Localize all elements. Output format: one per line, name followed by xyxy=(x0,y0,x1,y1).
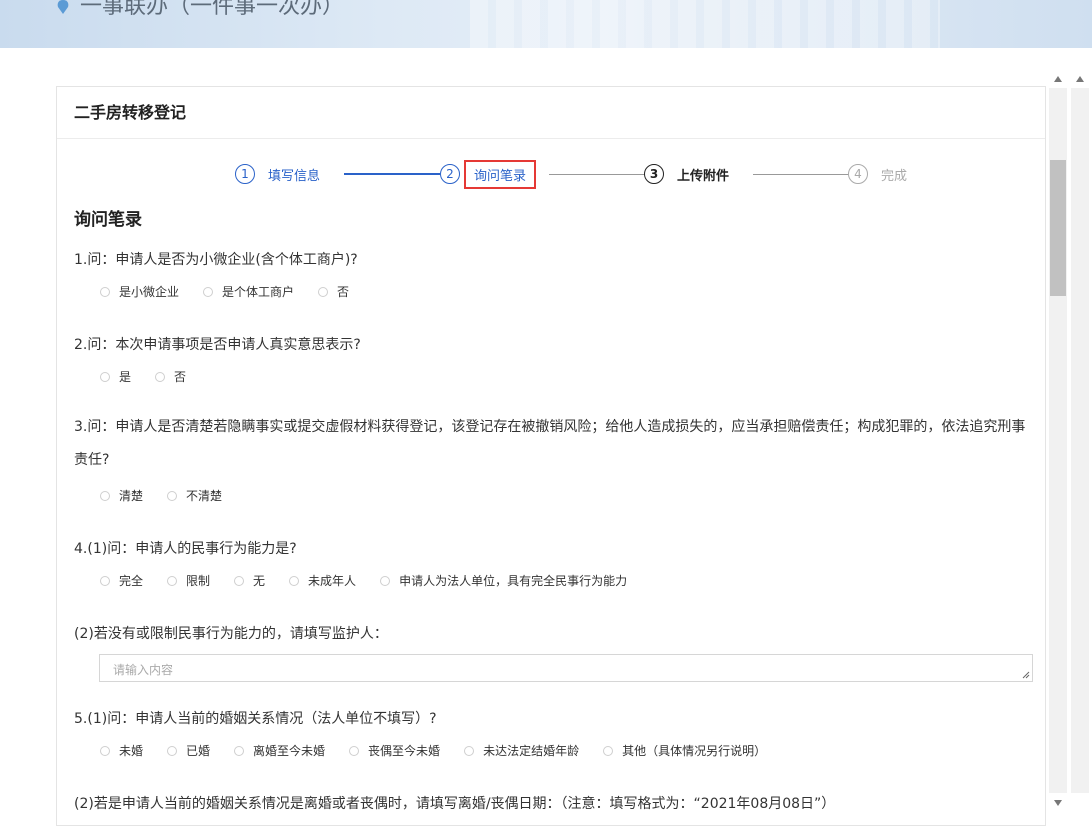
step-label: 填写信息 xyxy=(268,168,321,184)
radio-button[interactable] xyxy=(603,745,614,756)
option-label: 已婚 xyxy=(186,744,211,758)
radio-button[interactable] xyxy=(234,745,245,756)
outer-scrollbar-track[interactable] xyxy=(1071,88,1089,793)
radio-button[interactable] xyxy=(100,490,110,501)
radio-option[interactable]: 完全 xyxy=(100,572,143,589)
step-label: 上传附件 xyxy=(677,168,730,184)
radio-option[interactable]: 丧偶至今未婚 xyxy=(349,742,440,759)
option-label: 否 xyxy=(174,370,187,384)
radio-button[interactable] xyxy=(380,575,391,586)
radio-option[interactable]: 限制 xyxy=(167,572,210,589)
resize-handle-icon[interactable] xyxy=(1022,671,1030,679)
question-1: 1.问：申请人是否为小微企业(含个体工商户)? xyxy=(74,252,358,268)
radio-option[interactable]: 否 xyxy=(318,283,349,300)
question-5-options: 未婚 已婚 离婚至今未婚 丧偶至今未婚 未达法定结婚年龄 其他（具体情况另行说明… xyxy=(100,742,790,759)
top-banner: 一事联办（一件事一次办） xyxy=(0,0,1092,48)
option-label: 清楚 xyxy=(119,489,144,503)
step-number: 2 xyxy=(440,164,460,184)
option-label: 申请人为法人单位，具有完全民事行为能力 xyxy=(399,574,628,588)
question-5: 5.(1)问：申请人当前的婚姻关系情况（法人单位不填写）? xyxy=(74,711,437,727)
radio-button[interactable] xyxy=(464,745,475,756)
step-number: 3 xyxy=(644,164,664,184)
scroll-up-arrow-icon[interactable] xyxy=(1076,76,1084,82)
option-label: 不清楚 xyxy=(186,489,223,503)
scrollbars xyxy=(1046,70,1092,813)
radio-button[interactable] xyxy=(289,575,300,586)
questionnaire: 询问笔录 1.问：申请人是否为小微企业(含个体工商户)? 是小微企业 是个体工商… xyxy=(74,205,1034,812)
question-1-options: 是小微企业 是个体工商户 否 xyxy=(100,283,373,300)
option-label: 是 xyxy=(119,370,132,384)
radio-button[interactable] xyxy=(155,371,166,382)
step-number: 4 xyxy=(848,164,868,184)
option-label: 无 xyxy=(253,574,266,588)
radio-option[interactable]: 是 xyxy=(100,368,131,385)
radio-button[interactable] xyxy=(100,371,110,382)
radio-option[interactable]: 未达法定结婚年龄 xyxy=(464,742,579,759)
section-title: 询问笔录 xyxy=(74,210,142,230)
inner-scrollbar-thumb[interactable] xyxy=(1050,160,1066,296)
radio-option[interactable]: 其他（具体情况另行说明） xyxy=(603,742,766,759)
option-label: 其他（具体情况另行说明） xyxy=(622,744,767,758)
question-3: 3.问：申请人是否清楚若隐瞒事实或提交虚假材料获得登记，该登记存在被撤销风险；给… xyxy=(74,419,1026,468)
guardian-input[interactable]: 请输入内容 xyxy=(99,654,1033,682)
question-3-options: 清楚 不清楚 xyxy=(100,487,246,504)
step-number: 1 xyxy=(235,164,255,184)
option-label: 否 xyxy=(337,285,350,299)
input-placeholder: 请输入内容 xyxy=(113,663,174,677)
radio-option[interactable]: 离婚至今未婚 xyxy=(234,742,325,759)
radio-option[interactable]: 不清楚 xyxy=(167,487,222,504)
option-label: 完全 xyxy=(119,574,144,588)
step-inquiry-record[interactable]: 2 询问笔录 xyxy=(440,159,537,189)
panel-title: 二手房转移登记 xyxy=(57,87,1045,139)
step-label: 完成 xyxy=(881,168,908,184)
step-upload-attachments[interactable]: 3 上传附件 xyxy=(644,159,729,189)
question-2: 2.问：本次申请事项是否申请人真实意思表示? xyxy=(74,337,361,353)
step-connector xyxy=(753,174,849,175)
option-label: 是个体工商户 xyxy=(222,285,295,299)
step-label: 询问笔录 xyxy=(464,159,537,189)
radio-option[interactable]: 无 xyxy=(234,572,265,589)
radio-button[interactable] xyxy=(203,286,214,297)
radio-button[interactable] xyxy=(349,745,360,756)
radio-option[interactable]: 是小微企业 xyxy=(100,283,179,300)
option-label: 限制 xyxy=(186,574,211,588)
radio-button[interactable] xyxy=(167,745,178,756)
radio-button[interactable] xyxy=(167,490,178,501)
question-4: 4.(1)问：申请人的民事行为能力是? xyxy=(74,541,297,557)
option-label: 是小微企业 xyxy=(119,285,180,299)
radio-button[interactable] xyxy=(318,286,329,297)
form-panel: 二手房转移登记 1 填写信息 2 询问笔录 3 上传附件 4 完成 询问笔录 1… xyxy=(56,86,1046,826)
radio-option[interactable]: 否 xyxy=(155,368,186,385)
step-connector xyxy=(344,173,440,175)
step-complete[interactable]: 4 完成 xyxy=(848,159,907,189)
option-label: 丧偶至今未婚 xyxy=(368,744,441,758)
question-4-options: 完全 限制 无 未成年人 申请人为法人单位，具有完全民事行为能力 xyxy=(100,572,651,589)
radio-button[interactable] xyxy=(234,575,245,586)
step-fill-info[interactable]: 1 填写信息 xyxy=(235,159,320,189)
option-label: 未婚 xyxy=(119,744,144,758)
radio-option[interactable]: 未成年人 xyxy=(289,572,356,589)
radio-button[interactable] xyxy=(100,286,110,297)
scroll-down-arrow-icon[interactable] xyxy=(1054,800,1062,806)
banner-decoration xyxy=(470,0,940,48)
banner-title: 一事联办（一件事一次办） xyxy=(80,0,345,19)
radio-option[interactable]: 是个体工商户 xyxy=(203,283,294,300)
scroll-up-arrow-icon[interactable] xyxy=(1054,76,1062,82)
question-5-sub: (2)若是申请人当前的婚姻关系情况是离婚或者丧偶时，请填写离婚/丧偶日期：（注意… xyxy=(74,796,836,812)
radio-button[interactable] xyxy=(167,575,178,586)
option-label: 未达法定结婚年龄 xyxy=(483,744,580,758)
radio-button[interactable] xyxy=(100,745,110,756)
radio-option[interactable]: 清楚 xyxy=(100,487,143,504)
step-indicator: 1 填写信息 2 询问笔录 3 上传附件 4 完成 xyxy=(57,159,1047,189)
option-label: 离婚至今未婚 xyxy=(253,744,326,758)
question-4-sub: (2)若没有或限制民事行为能力的，请填写监护人： xyxy=(74,626,388,642)
step-connector xyxy=(549,174,645,175)
radio-option[interactable]: 申请人为法人单位，具有完全民事行为能力 xyxy=(380,572,627,589)
question-2-options: 是 否 xyxy=(100,368,210,385)
radio-option[interactable]: 未婚 xyxy=(100,742,143,759)
radio-option[interactable]: 已婚 xyxy=(167,742,210,759)
radio-button[interactable] xyxy=(100,575,110,586)
option-label: 未成年人 xyxy=(308,574,357,588)
